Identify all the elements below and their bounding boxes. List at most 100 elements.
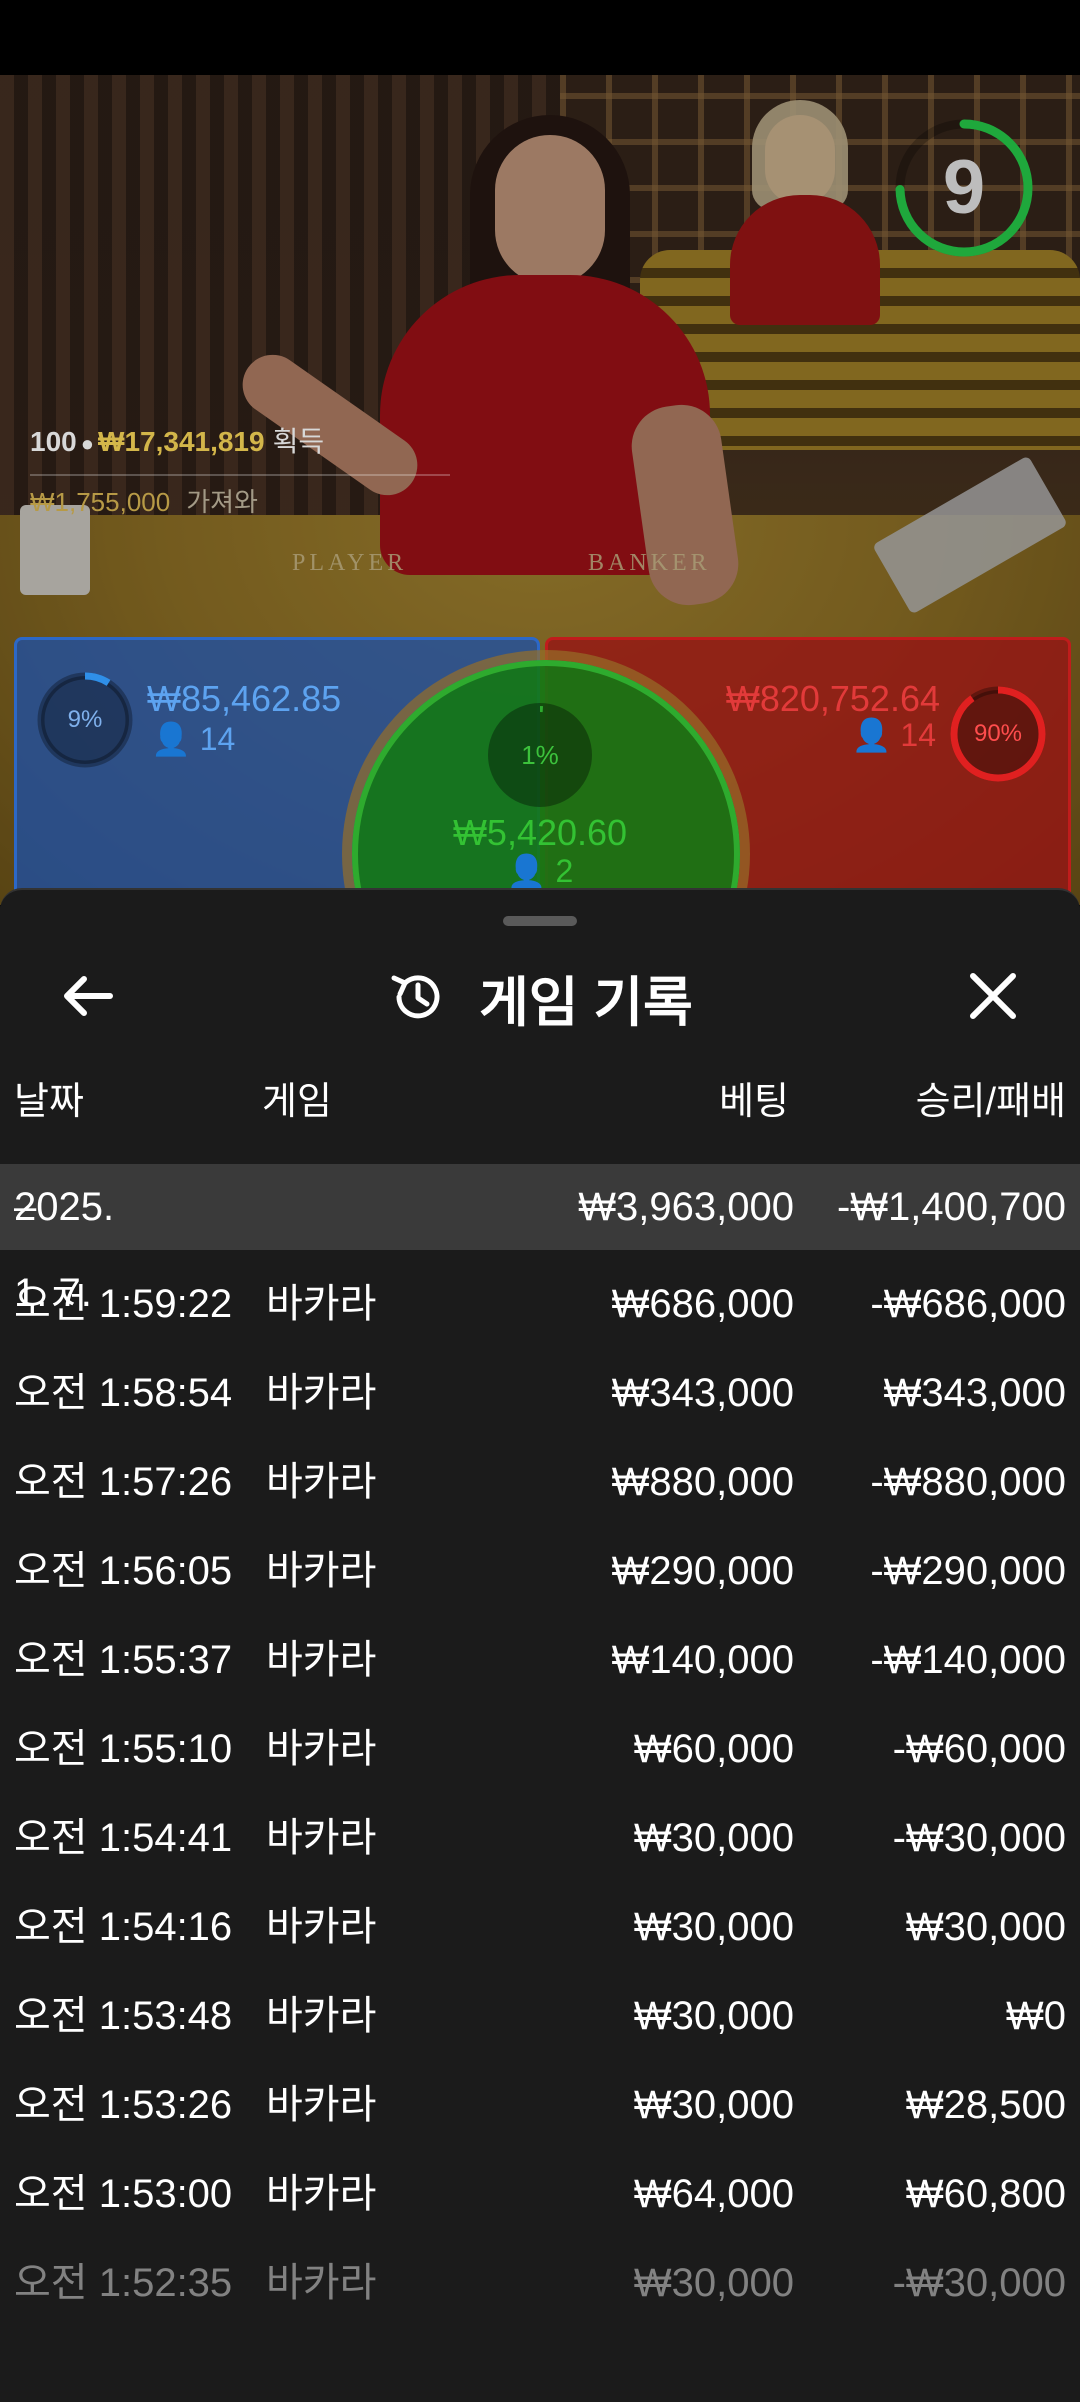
row-bet: ₩343,000 — [611, 1371, 794, 1415]
row-game: 바카라 — [266, 2083, 377, 2127]
table-row[interactable]: 오전 1:53:26 바카라 ₩30,000 ₩28,500 — [0, 2061, 1080, 2150]
row-bet: ₩686,000 — [611, 1282, 794, 1326]
banker-bet-amount: ₩820,752.64 — [725, 678, 940, 719]
column-header-bet: 베팅 — [719, 1081, 789, 1123]
drag-handle[interactable] — [503, 916, 577, 926]
history-icon — [391, 975, 440, 1019]
row-bet: ₩30,000 — [633, 1905, 794, 1949]
tie-percent-ring: 1% — [488, 703, 592, 807]
row-game: 바카라 — [266, 1994, 377, 2038]
row-result: -₩140,000 — [870, 1638, 1066, 1682]
row-bet: ₩30,000 — [633, 2083, 794, 2127]
player-players: 14 — [199, 721, 236, 757]
row-bet: ₩60,000 — [633, 1727, 794, 1771]
row-bet: ₩30,000 — [633, 1994, 794, 2038]
date-group-bet-total: ₩3,963,000 — [578, 1185, 794, 1229]
row-time: 오전 1:53:00 — [14, 2172, 233, 2216]
row-bet: ₩30,000 — [633, 1816, 794, 1860]
row-result: ₩0 — [1006, 1994, 1066, 2038]
row-time: 오전 1:57:26 — [14, 1460, 233, 1504]
table-row[interactable]: 오전 1:57:26 바카라 ₩880,000 -₩880,000 — [0, 1438, 1080, 1527]
table-row[interactable]: 오전 1:53:00 바카라 ₩64,000 ₩60,800 — [0, 2150, 1080, 2239]
row-bet: ₩880,000 — [611, 1460, 794, 1504]
banker-percent: 90% — [973, 720, 1023, 747]
countdown-timer: 9 — [893, 117, 1035, 259]
winners-count: 100 — [30, 426, 77, 457]
countdown-number: 9 — [942, 145, 986, 230]
row-result: -₩30,000 — [892, 2261, 1066, 2305]
player-percent-ring: 9% — [35, 670, 135, 770]
tie-bet-amount: ₩5,420.60 — [452, 812, 628, 853]
date-group-result-total: -₩1,400,700 — [836, 1185, 1066, 1229]
table-row[interactable]: 오전 1:55:10 바카라 ₩60,000 -₩60,000 — [0, 1705, 1080, 1794]
banker-bet-count: 👤 14 — [852, 716, 936, 754]
tie-percent: 1% — [521, 740, 559, 770]
close-icon — [970, 973, 1016, 1019]
tie-players: 2 — [555, 853, 574, 889]
winners-amount: ₩17,341,819 — [98, 426, 265, 457]
row-game: 바카라 — [266, 1371, 377, 1415]
person-icon: 👤 — [506, 853, 547, 889]
player-percent: 9% — [67, 706, 103, 733]
close-button[interactable] — [955, 958, 1031, 1034]
row-result: ₩30,000 — [905, 1905, 1066, 1949]
divider — [30, 474, 450, 476]
table-row[interactable]: 오전 1:56:05 바카라 ₩290,000 -₩290,000 — [0, 1527, 1080, 1616]
table-row[interactable]: 오전 1:55:37 바카라 ₩140,000 -₩140,000 — [0, 1616, 1080, 1705]
row-time: 오전 1:58:54 — [14, 1371, 233, 1415]
row-time: 오전 1:52:35 — [14, 2261, 233, 2305]
banker-percent-ring: 90% — [948, 684, 1048, 784]
winners-summary-secondary: ₩1,755,000 가져와 — [30, 482, 258, 519]
winners-second-amount: ₩1,755,000 — [30, 487, 171, 517]
winners-label: 획득 — [272, 426, 325, 457]
row-result: ₩60,800 — [905, 2172, 1066, 2216]
sheet-header: 게임 기록 — [0, 962, 1080, 1033]
row-result: -₩880,000 — [870, 1460, 1066, 1504]
winners-second-label: 가져와 — [186, 487, 258, 517]
row-game: 바카라 — [266, 1282, 377, 1326]
row-result: -₩30,000 — [892, 1816, 1066, 1860]
table-row[interactable]: 오전 1:54:41 바카라 ₩30,000 -₩30,000 — [0, 1794, 1080, 1883]
page-title: 게임 기록 — [479, 972, 693, 1033]
tie-bet-count: 👤 2 — [352, 852, 728, 890]
person-icon: ● — [80, 431, 95, 456]
banker-players: 14 — [900, 717, 936, 753]
date-group-row[interactable]: –2025. 1. 7. ₩3,963,000 -₩1,400,700 — [0, 1164, 1080, 1315]
row-time: 오전 1:59:22 — [14, 1282, 233, 1326]
status-bar — [0, 0, 1080, 75]
row-game: 바카라 — [266, 1905, 377, 1949]
row-game: 바카라 — [266, 2172, 377, 2216]
row-result: -₩60,000 — [892, 1727, 1066, 1771]
table-row[interactable]: 오전 1:54:16 바카라 ₩30,000 ₩30,000 — [0, 1883, 1080, 1972]
player-bet-count: 👤 14 — [151, 720, 235, 758]
column-header-result: 승리/패배 — [915, 1081, 1066, 1123]
table-row[interactable]: 오전 1:52:35 바카라 ₩30,000 -₩30,000 — [0, 2239, 1080, 2328]
row-game: 바카라 — [266, 1638, 377, 1682]
table-row[interactable]: 오전 1:58:54 바카라 ₩343,000 ₩343,000 — [0, 1349, 1080, 1438]
column-header-date: 날짜 — [14, 1081, 84, 1123]
row-game: 바카라 — [266, 1727, 377, 1771]
column-header-game: 게임 — [262, 1081, 332, 1123]
table-header: 날짜 게임 베팅 승리/패배 — [0, 1070, 1080, 1126]
row-result: ₩343,000 — [883, 1371, 1066, 1415]
player-bet-amount: ₩85,462.85 — [147, 678, 342, 719]
row-time: 오전 1:54:41 — [14, 1816, 233, 1860]
row-bet: ₩30,000 — [633, 2261, 794, 2305]
row-time: 오전 1:53:48 — [14, 1994, 233, 2038]
game-history-sheet: 게임 기록 날짜 게임 베팅 승리/패배 –2025. 1. 7. ₩3,963… — [0, 888, 1080, 2402]
row-time: 오전 1:55:37 — [14, 1638, 233, 1682]
row-result: -₩686,000 — [870, 1282, 1066, 1326]
row-result: ₩28,500 — [905, 2083, 1066, 2127]
row-bet: ₩140,000 — [611, 1638, 794, 1682]
table-row[interactable]: 오전 1:59:22 바카라 ₩686,000 -₩686,000 — [0, 1260, 1080, 1349]
history-list: 오전 1:59:22 바카라 ₩686,000 -₩686,000 오전 1:58:54… — [0, 1260, 1080, 2328]
table-row[interactable]: 오전 1:53:48 바카라 ₩30,000 ₩0 — [0, 1972, 1080, 2061]
row-time: 오전 1:55:10 — [14, 1727, 233, 1771]
row-game: 바카라 — [266, 1460, 377, 1504]
row-bet: ₩64,000 — [633, 2172, 794, 2216]
row-game: 바카라 — [266, 1816, 377, 1860]
row-time: 오전 1:54:16 — [14, 1905, 233, 1949]
row-game: 바카라 — [266, 1549, 377, 1593]
row-bet: ₩290,000 — [611, 1549, 794, 1593]
winners-summary: 100 ● ₩17,341,819 획득 — [30, 420, 324, 460]
